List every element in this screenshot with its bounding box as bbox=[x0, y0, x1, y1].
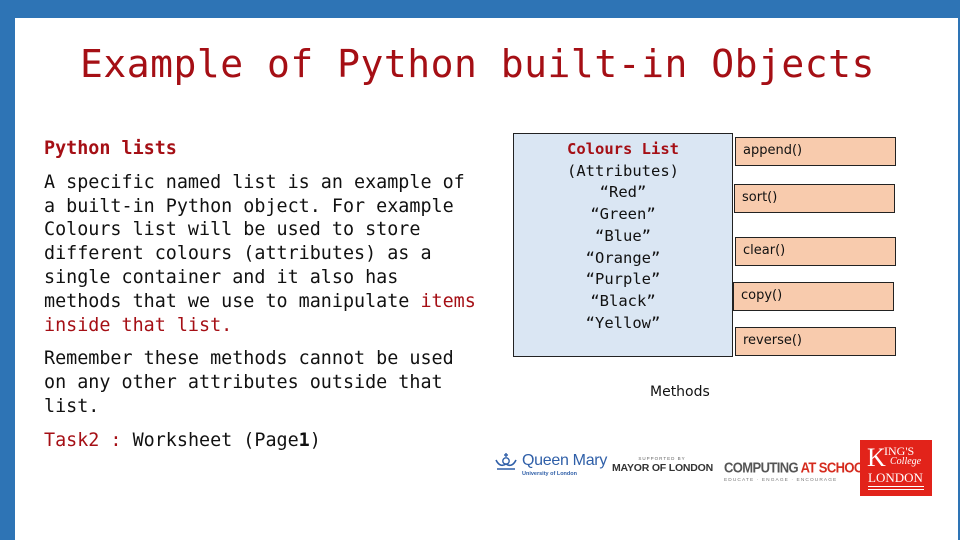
method-sort: sort() bbox=[734, 184, 895, 213]
list-item: “Red” bbox=[599, 183, 647, 202]
slide-frame-top bbox=[0, 0, 960, 18]
list-item: “Purple” bbox=[585, 270, 661, 289]
task-label: Task2 : bbox=[44, 429, 122, 451]
queen-mary-name: Queen Mary bbox=[522, 452, 608, 469]
kcl-london: LONDON bbox=[868, 470, 923, 485]
body-text: Python lists A specific named list is an… bbox=[44, 137, 484, 463]
method-reverse: reverse() bbox=[735, 327, 896, 356]
method-clear: clear() bbox=[735, 237, 896, 266]
mayor-of-london-logo: SUPPORTED BY MAYOR OF LONDON bbox=[612, 456, 714, 474]
list-item: “Yellow” bbox=[585, 313, 661, 332]
cas-name: COMPUTING AT SCHOOL bbox=[724, 459, 871, 476]
kcl-rule bbox=[868, 489, 924, 490]
list-item: “Black” bbox=[590, 291, 656, 310]
colours-list-box: Colours List (Attributes) “Red” “Green” … bbox=[513, 133, 733, 357]
list-item: “Green” bbox=[590, 205, 656, 224]
method-copy: copy() bbox=[733, 282, 894, 311]
subheading: Python lists bbox=[44, 138, 177, 159]
kcl-rule bbox=[868, 486, 924, 487]
paragraph-description: A specific named list is an example of a… bbox=[44, 171, 484, 338]
list-item: “Orange” bbox=[585, 248, 661, 267]
colours-list-title: Colours List bbox=[567, 140, 679, 158]
kcl-k: K bbox=[867, 443, 886, 472]
supported-by-text: SUPPORTED BY bbox=[638, 456, 686, 461]
mayor-of-london-text: MAYOR OF LONDON bbox=[612, 462, 714, 474]
cas-tagline: EDUCATE · ENGAGE · ENCOURAGE bbox=[724, 478, 838, 483]
queen-mary-sub: University of London bbox=[522, 471, 577, 477]
task-text: Worksheet (Page bbox=[121, 429, 299, 451]
colours-list-subtitle: (Attributes) bbox=[567, 161, 679, 180]
task-page-number: 1 bbox=[298, 429, 310, 451]
list-item: “Blue” bbox=[595, 226, 651, 245]
kings-college-london-logo: K ING'S College LONDON bbox=[860, 440, 932, 496]
paragraph-remember: Remember these methods cannot be used on… bbox=[44, 348, 454, 417]
method-append: append() bbox=[735, 137, 896, 166]
kcl-college: College bbox=[890, 456, 922, 467]
crown-icon bbox=[495, 453, 517, 470]
cas-name-a: COMPUTING bbox=[724, 458, 801, 477]
task-close: ) bbox=[309, 429, 321, 451]
slide-title: Example of Python built-in Objects bbox=[80, 42, 875, 86]
slide-frame-left bbox=[0, 0, 15, 540]
paragraph-text: A specific named list is an example of a… bbox=[44, 171, 465, 312]
task-line: Task2 : Worksheet (Page1) bbox=[44, 429, 484, 453]
methods-label: Methods bbox=[650, 384, 710, 400]
computing-at-school-logo: COMPUTING AT SCHOOL EDUCATE · ENGAGE · E… bbox=[724, 459, 871, 483]
